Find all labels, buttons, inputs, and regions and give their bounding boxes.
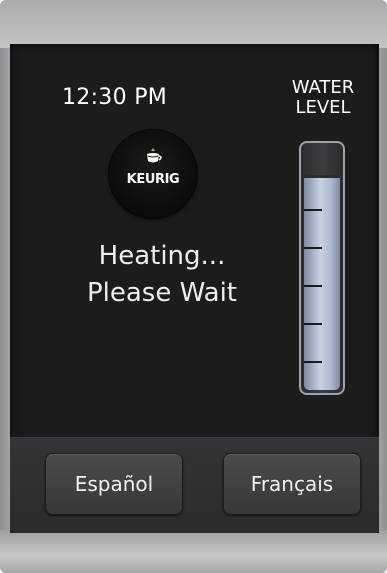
water-label-line-2: LEVEL <box>295 97 351 118</box>
bezel-top <box>0 0 387 48</box>
water-label-line-1: WATER <box>291 77 355 98</box>
coffee-mug-icon <box>147 148 162 163</box>
gauge-tick <box>304 323 322 325</box>
gauge-tick <box>304 209 322 211</box>
water-level-fill <box>304 175 340 390</box>
status-line-1: Heating... <box>98 241 226 271</box>
keurig-logo: KEURIG <box>109 130 197 218</box>
status-line-2: Please Wait <box>86 278 238 308</box>
status-message: Heating... Please Wait <box>42 238 282 312</box>
clock-time: 12:30 PM <box>62 85 168 110</box>
french-language-button[interactable]: Français <box>223 453 361 515</box>
bezel-bottom <box>0 530 387 573</box>
gauge-tick <box>304 361 322 363</box>
gauge-tick <box>304 285 322 287</box>
gauge-tick <box>304 247 322 249</box>
water-level-gauge <box>299 141 345 395</box>
logo-text: KEURIG <box>126 172 180 187</box>
spanish-language-button[interactable]: Español <box>45 453 183 515</box>
water-level-label: WATER LEVEL <box>278 78 368 118</box>
